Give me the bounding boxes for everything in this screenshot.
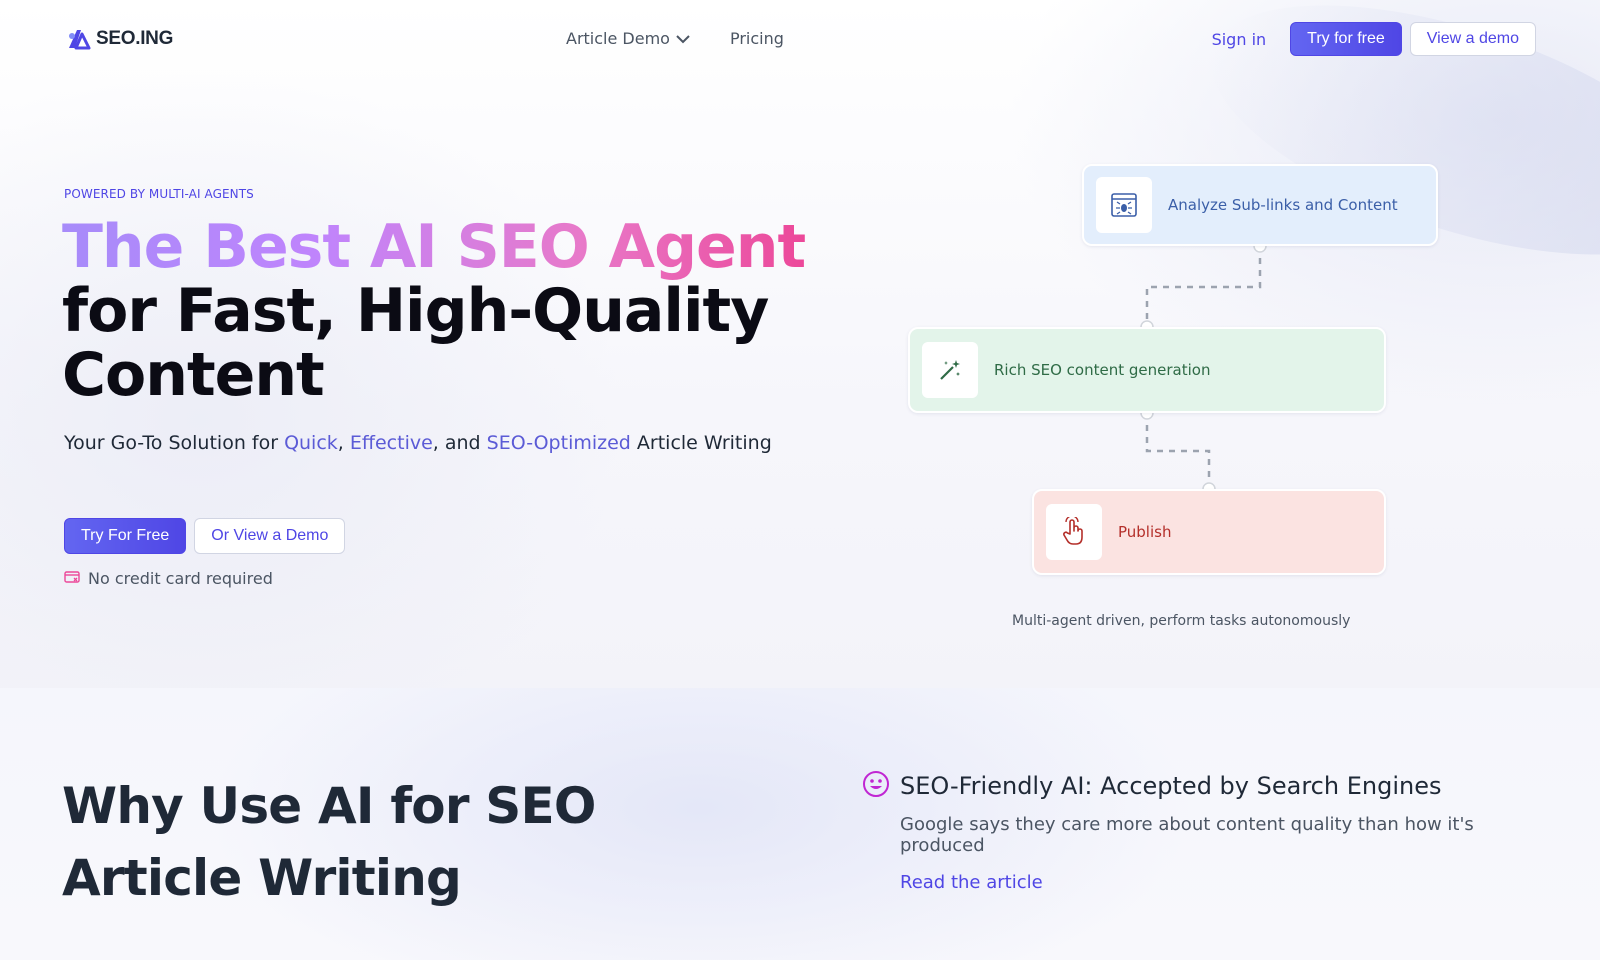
subhead-sep1: , xyxy=(337,432,350,454)
logo-text: SEO.ING xyxy=(96,28,174,49)
flow-step-generate-label: Rich SEO content generation xyxy=(994,361,1211,379)
pointer-hand-icon xyxy=(1046,504,1102,560)
nav-article-demo-label: Article Demo xyxy=(566,29,670,48)
hero-subheadline: Your Go-To Solution for Quick, Effective… xyxy=(64,432,772,454)
credit-card-off-icon xyxy=(64,569,80,588)
subhead-quick: Quick xyxy=(284,432,338,454)
nav-pricing-label: Pricing xyxy=(729,29,784,48)
nav-actions: Sign in Try for free View a demo xyxy=(1212,22,1536,56)
no-credit-card-note: No credit card required xyxy=(64,569,273,588)
headline-rest-text: for Fast, High-Quality Content xyxy=(62,276,769,410)
feature-description: Google says they care more about content… xyxy=(900,814,1474,856)
nav-links: Article Demo Pricing xyxy=(566,29,784,48)
hero-view-demo-button[interactable]: Or View a Demo xyxy=(194,518,346,554)
sign-in-link[interactable]: Sign in xyxy=(1212,30,1267,49)
nav-pricing[interactable]: Pricing xyxy=(730,29,784,48)
subhead-suffix: Article Writing xyxy=(630,432,772,454)
subhead-effective: Effective xyxy=(349,432,433,454)
flow-step-publish: Publish xyxy=(1032,489,1386,575)
why-section-title: Why Use AI for SEO Article Writing xyxy=(62,777,596,907)
hero-try-free-button[interactable]: Try For Free xyxy=(64,518,187,554)
logo-icon xyxy=(66,28,92,50)
hero-headline: The Best AI SEO Agent for Fast, High-Qua… xyxy=(62,215,842,407)
hero-cta-group: Try For Free Or View a Demo xyxy=(64,518,346,554)
logo[interactable]: SEO.ING xyxy=(66,28,173,50)
top-nav: SEO.ING Article Demo Pricing Sign in Try… xyxy=(0,0,1600,80)
view-demo-button[interactable]: View a demo xyxy=(1409,22,1536,56)
flow-caption: Multi-agent driven, perform tasks autono… xyxy=(1012,613,1351,629)
flow-step-analyze-label: Analyze Sub-links and Content xyxy=(1168,196,1398,214)
try-for-free-button[interactable]: Try for free xyxy=(1290,22,1402,56)
nav-article-demo[interactable]: Article Demo xyxy=(566,29,690,48)
feature-header: SEO-Friendly AI: Accepted by Search Engi… xyxy=(862,770,1562,802)
magic-wand-icon xyxy=(922,342,978,398)
flow-step-analyze: Analyze Sub-links and Content xyxy=(1082,164,1438,246)
feature-seo-friendly: SEO-Friendly AI: Accepted by Search Engi… xyxy=(862,770,1562,893)
subhead-prefix: Your Go-To Solution for xyxy=(64,432,285,454)
chevron-down-icon xyxy=(676,29,690,48)
smiley-icon xyxy=(862,770,890,802)
flow-step-publish-label: Publish xyxy=(1118,523,1172,541)
subhead-sep2: , and xyxy=(432,432,487,454)
headline-gradient-text: The Best AI SEO Agent xyxy=(62,212,806,282)
read-article-link[interactable]: Read the article xyxy=(900,872,1043,893)
spider-browser-icon xyxy=(1096,177,1152,233)
flow-step-generate: Rich SEO content generation xyxy=(908,327,1386,413)
feature-title: SEO-Friendly AI: Accepted by Search Engi… xyxy=(900,772,1442,800)
hero-eyebrow: POWERED BY MULTI-AI AGENTS xyxy=(64,187,254,201)
no-credit-card-text: No credit card required xyxy=(88,569,273,588)
subhead-seo-optimized: SEO-Optimized xyxy=(486,432,631,454)
